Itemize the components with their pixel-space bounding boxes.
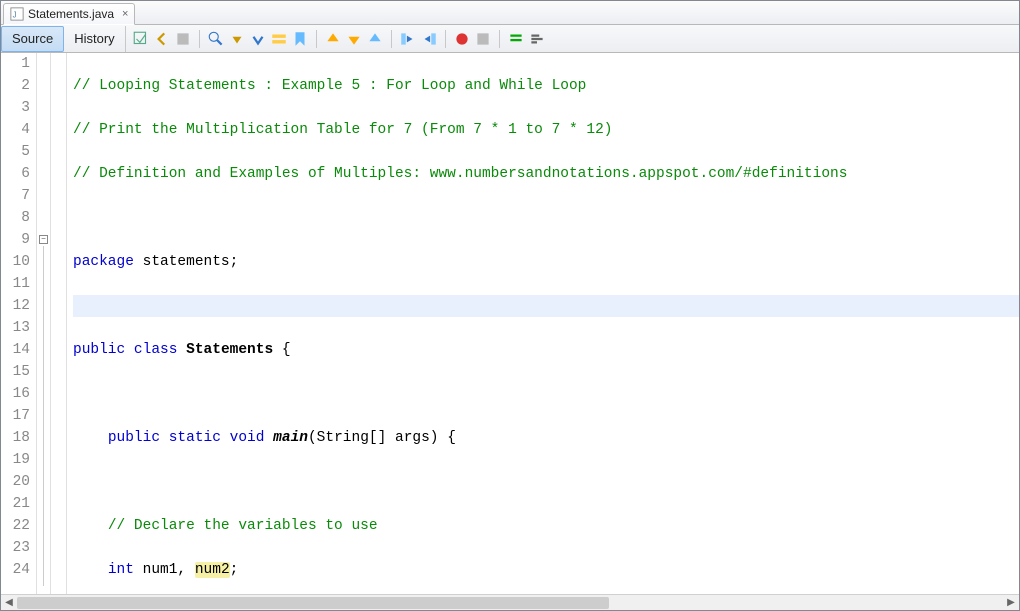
code-token: public — [73, 342, 125, 358]
macro-record-icon[interactable] — [453, 30, 471, 48]
line-number: 8 — [1, 207, 36, 229]
line-number: 2 — [1, 75, 36, 97]
line-number: 18 — [1, 427, 36, 449]
forward-icon[interactable] — [174, 30, 192, 48]
code-token: Statements — [186, 342, 273, 358]
line-number: 24 — [1, 559, 36, 581]
toggle-bookmark-icon[interactable] — [291, 30, 309, 48]
close-tab-icon[interactable]: × — [122, 8, 128, 20]
scrollbar-track[interactable] — [17, 596, 1003, 610]
line-number: 23 — [1, 537, 36, 559]
toolbar-separator — [391, 30, 392, 48]
prev-bookmark-icon[interactable] — [324, 30, 342, 48]
find-selection-icon[interactable] — [207, 30, 225, 48]
line-number: 15 — [1, 361, 36, 383]
comment-icon[interactable] — [507, 30, 525, 48]
uncomment-icon[interactable] — [528, 30, 546, 48]
file-tab-statements[interactable]: J Statements.java × — [3, 3, 135, 25]
code-token: static — [169, 430, 221, 446]
shift-right-icon[interactable] — [420, 30, 438, 48]
line-number: 16 — [1, 383, 36, 405]
code-token: // Looping Statements : Example 5 : For … — [73, 78, 586, 94]
line-number: 12 — [1, 295, 36, 317]
code-token: { — [273, 342, 290, 358]
find-next-icon[interactable] — [249, 30, 267, 48]
scroll-left-icon[interactable]: ◀ — [1, 597, 17, 608]
toggle-highlight-icon[interactable] — [270, 30, 288, 48]
toolbar-separator — [499, 30, 500, 48]
code-token: void — [230, 430, 265, 446]
line-number: 21 — [1, 493, 36, 515]
line-number: 11 — [1, 273, 36, 295]
line-number: 19 — [1, 449, 36, 471]
code-token: statements; — [134, 254, 238, 270]
line-number: 4 — [1, 119, 36, 141]
code-token: // Declare the variables to use — [108, 518, 378, 534]
line-number: 6 — [1, 163, 36, 185]
scroll-right-icon[interactable]: ▶ — [1003, 597, 1019, 608]
horizontal-scrollbar[interactable]: ◀ ▶ — [1, 594, 1019, 610]
line-number: 17 — [1, 405, 36, 427]
java-file-icon: J — [10, 7, 24, 21]
code-token: num2 — [195, 562, 230, 578]
line-number-gutter: 1 2 3 4 5 6 7 8 9 10 11 12 13 14 15 16 1… — [1, 53, 37, 594]
fold-guide-line — [43, 246, 44, 586]
code-token: // Definition and Examples of Multiples:… — [73, 166, 847, 182]
line-number: 3 — [1, 97, 36, 119]
code-token: public — [108, 430, 160, 446]
shift-left-icon[interactable] — [399, 30, 417, 48]
line-number: 22 — [1, 515, 36, 537]
line-number: 10 — [1, 251, 36, 273]
line-number: 9 — [1, 229, 36, 251]
toolbar-separator — [445, 30, 446, 48]
code-token: main — [273, 430, 308, 446]
line-number: 5 — [1, 141, 36, 163]
next-bookmark-icon[interactable] — [345, 30, 363, 48]
fold-toggle-icon[interactable]: − — [39, 235, 48, 244]
toolbar-icon-group — [126, 30, 546, 48]
tab-bar: J Statements.java × — [1, 1, 1019, 25]
line-number: 1 — [1, 53, 36, 75]
code-token: num1, — [134, 562, 195, 578]
code-token: (String[] args) { — [308, 430, 456, 446]
code-token: class — [134, 342, 178, 358]
line-number: 14 — [1, 339, 36, 361]
error-gutter — [51, 53, 67, 594]
code-token: // Print the Multiplication Table for 7 … — [73, 122, 613, 138]
macro-stop-icon[interactable] — [474, 30, 492, 48]
prev-error-icon[interactable] — [366, 30, 384, 48]
code-text-area[interactable]: // Looping Statements : Example 5 : For … — [67, 53, 1019, 594]
code-editor: 1 2 3 4 5 6 7 8 9 10 11 12 13 14 15 16 1… — [1, 53, 1019, 594]
code-token: package — [73, 254, 134, 270]
editor-toolbar: Source History — [1, 25, 1019, 53]
code-token: ; — [230, 562, 239, 578]
line-number: 13 — [1, 317, 36, 339]
fold-gutter: − — [37, 53, 51, 594]
toolbar-separator — [316, 30, 317, 48]
line-number: 20 — [1, 471, 36, 493]
find-prev-icon[interactable] — [228, 30, 246, 48]
scrollbar-thumb[interactable] — [17, 597, 609, 609]
last-edit-icon[interactable] — [132, 30, 150, 48]
history-tab-button[interactable]: History — [64, 26, 125, 52]
toolbar-separator — [199, 30, 200, 48]
file-tab-label: Statements.java — [28, 7, 114, 21]
code-token: int — [108, 562, 134, 578]
line-number: 7 — [1, 185, 36, 207]
back-icon[interactable] — [153, 30, 171, 48]
svg-text:J: J — [13, 11, 17, 20]
source-tab-button[interactable]: Source — [1, 26, 64, 52]
